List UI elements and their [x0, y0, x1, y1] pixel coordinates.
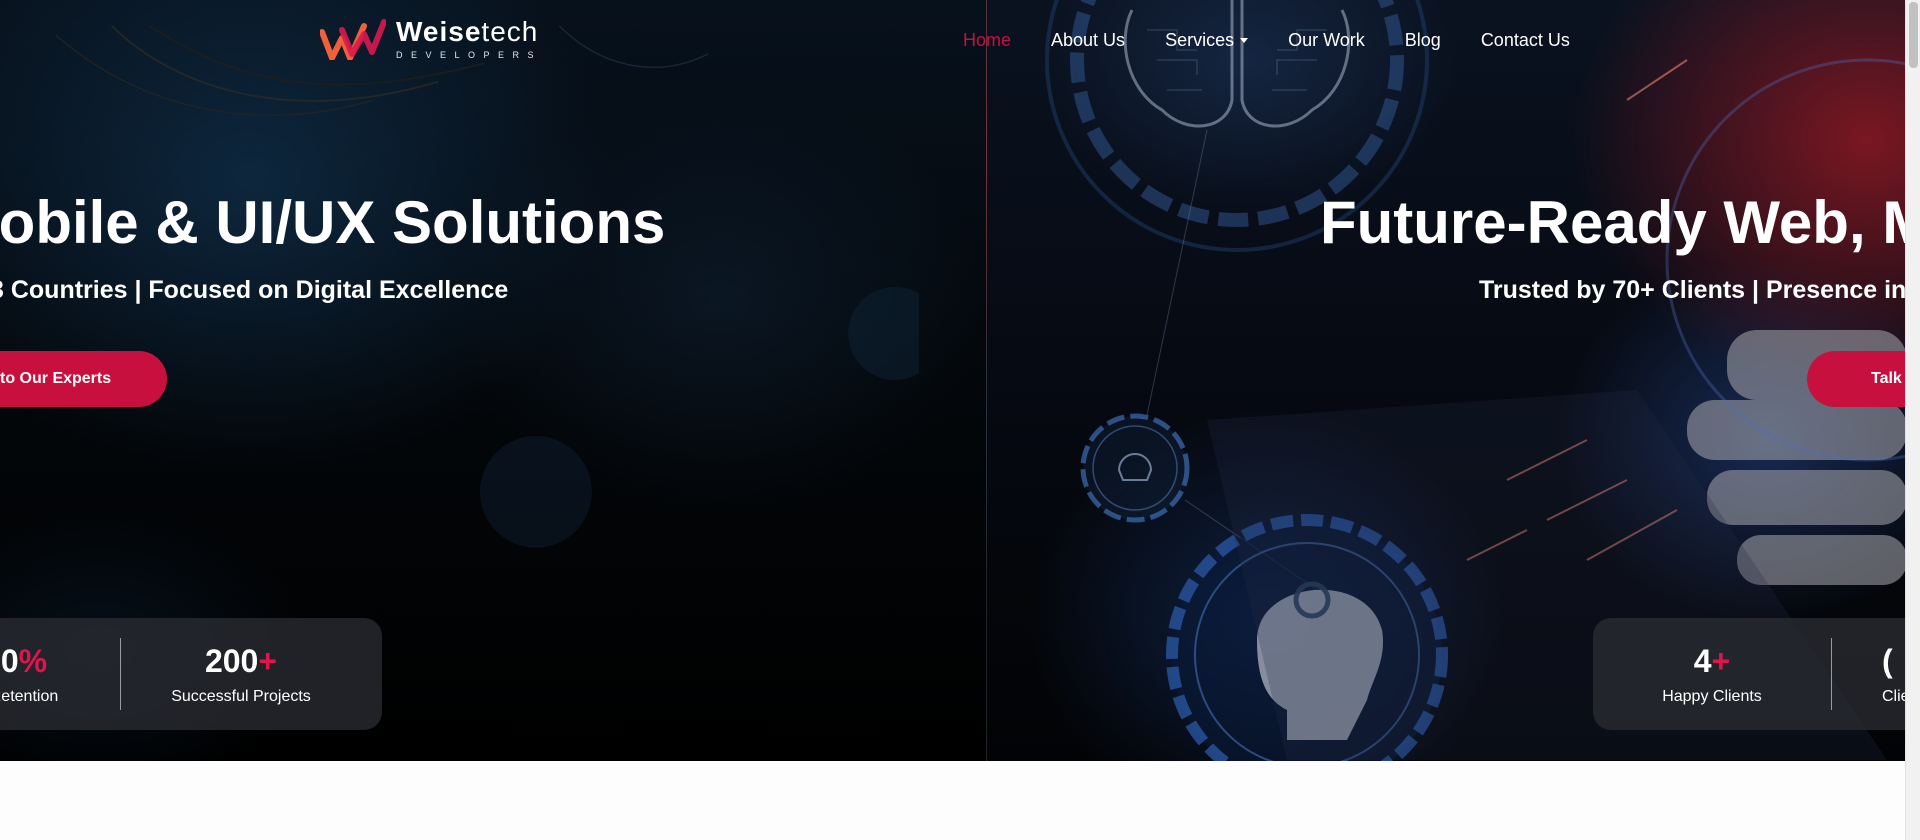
talk-to-experts-button[interactable]: to Our Experts: [0, 351, 167, 407]
hero-heading: lobile & UI/UX Solutions: [0, 189, 666, 256]
stat-retention: 0% Retention: [0, 642, 82, 706]
page-scrollbar[interactable]: [1905, 0, 1920, 840]
scrollbar-thumb[interactable]: [1909, 2, 1918, 68]
nav-item-label: Services: [1165, 30, 1235, 50]
logo-tagline: DEVELOPERS: [396, 50, 543, 60]
stat-happy-clients: 4+ Happy Clients: [1593, 642, 1831, 706]
hero-heading: Future-Ready Web, M: [1320, 189, 1905, 256]
main-nav: Home About Us Services Our Work Blog Con…: [963, 30, 1570, 51]
nav-item-services[interactable]: Services: [1165, 30, 1249, 51]
nav-item-home[interactable]: Home: [963, 30, 1011, 51]
stat-value: 200: [204, 643, 259, 679]
stat-label: Retention: [0, 688, 59, 705]
stat-label: Happy Clients: [1662, 688, 1762, 705]
logo-name-light: tech: [481, 16, 539, 47]
page-content-below-hero: [0, 761, 1905, 840]
caret-down-icon: [1240, 38, 1249, 43]
stat-suffix: +: [1711, 643, 1731, 679]
stat-suffix: %: [18, 643, 48, 679]
logo-text: Weisetech DEVELOPERS: [396, 16, 543, 61]
hero-subheading: Trusted by 70+ Clients | Presence in 3: [1479, 276, 1905, 304]
hero-slide-left: lobile & UI/UX Solutions 3 Countries | F…: [0, 0, 986, 761]
nav-item-blog[interactable]: Blog: [1405, 30, 1441, 51]
nav-item-contact-us[interactable]: Contact Us: [1481, 30, 1570, 51]
stat-client-retention: ( Client: [1832, 642, 1905, 706]
logo-w-icon: [320, 19, 386, 60]
talk-to-experts-button[interactable]: Talk: [1807, 351, 1905, 407]
stat-label: Client: [1882, 688, 1905, 705]
brand-logo[interactable]: Weisetech DEVELOPERS: [320, 18, 542, 60]
stat-value: 4: [1693, 643, 1712, 679]
stats-panel: 0% Retention 200+ Successful Projects: [0, 618, 382, 730]
hero-slide-right: Future-Ready Web, M Trusted by 70+ Clien…: [986, 0, 1905, 761]
hero-slider: lobile & UI/UX Solutions 3 Countries | F…: [0, 0, 1905, 761]
stat-suffix: +: [258, 643, 278, 679]
stat-label: Successful Projects: [171, 688, 311, 705]
logo-name-bold: Weise: [396, 16, 482, 47]
stat-value: 0: [0, 643, 19, 679]
nav-item-our-work[interactable]: Our Work: [1288, 30, 1365, 51]
stat-projects: 200+ Successful Projects: [121, 642, 361, 706]
nav-item-about-us[interactable]: About Us: [1051, 30, 1125, 51]
hero-subheading: 3 Countries | Focused on Digital Excelle…: [0, 276, 509, 304]
stat-value: (: [1882, 643, 1893, 679]
stats-panel: 4+ Happy Clients ( Client: [1593, 618, 1905, 730]
